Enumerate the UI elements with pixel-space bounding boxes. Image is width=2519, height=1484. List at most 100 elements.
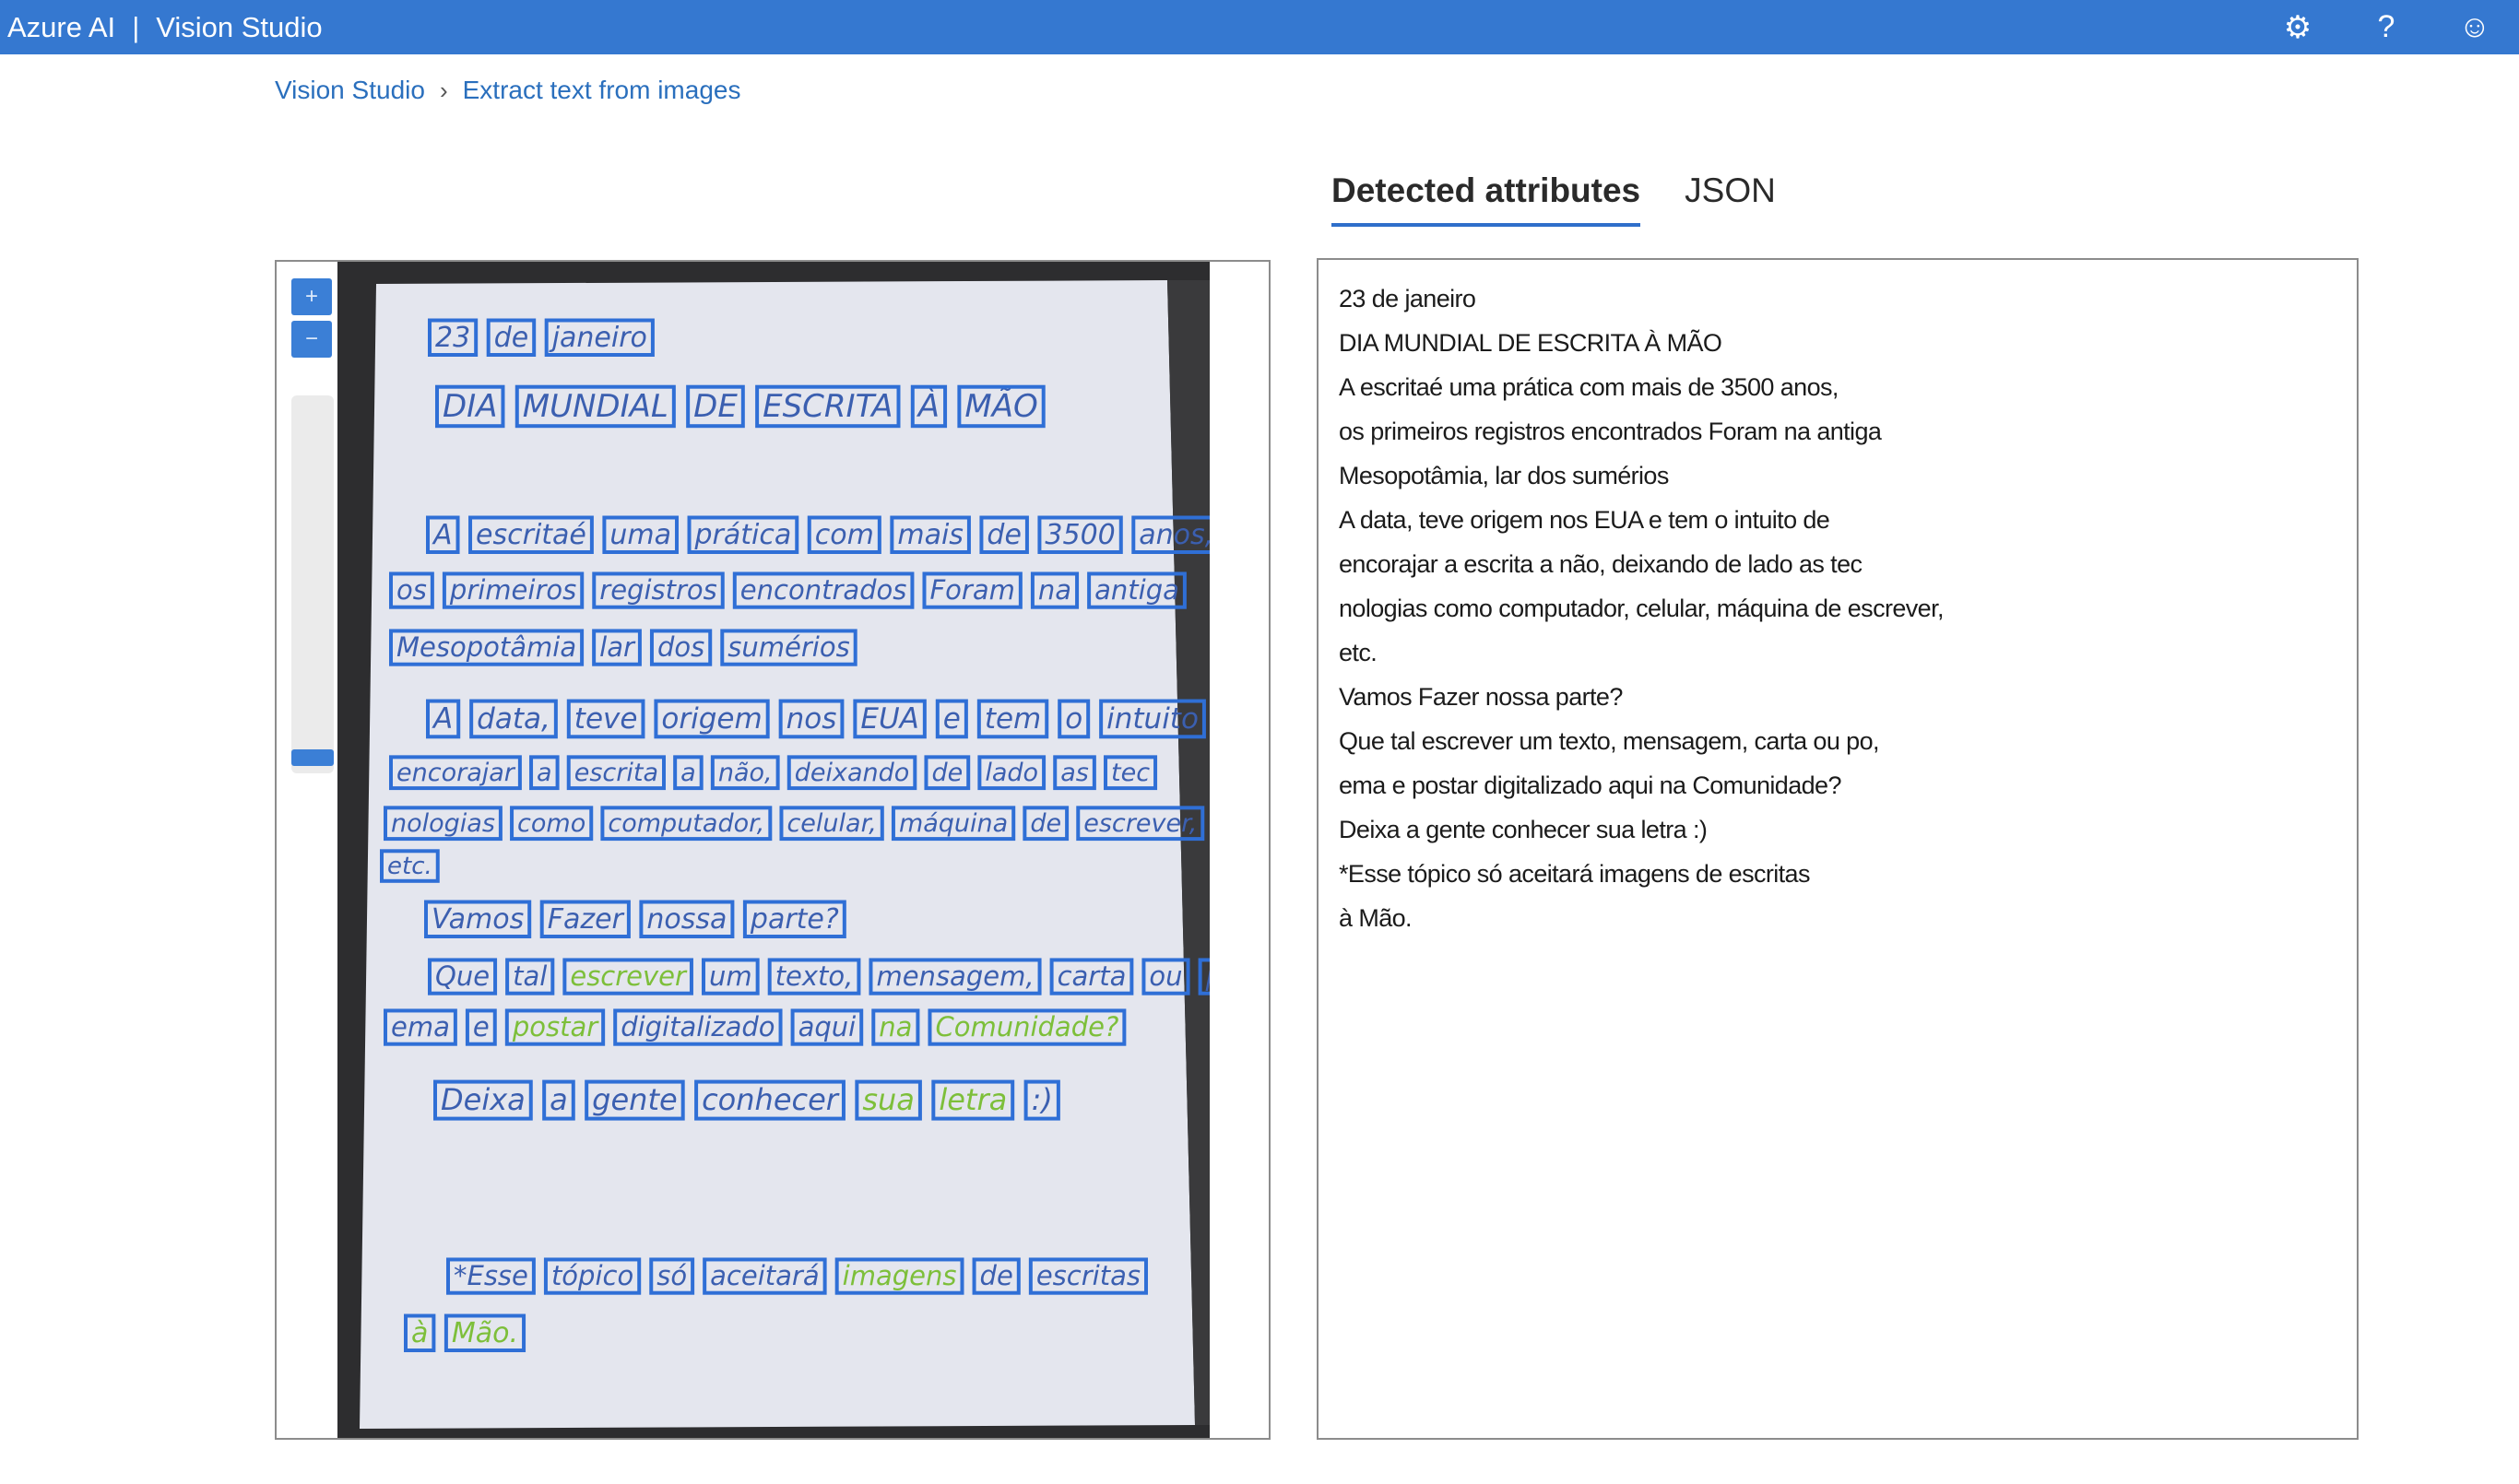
handwritten-word: ou — [1149, 960, 1182, 992]
detected-text-line: Mesopotâmia, lar dos sumérios — [1339, 462, 1669, 489]
detected-text-panel: 23 de janeiro DIA MUNDIAL DE ESCRITA À MÃ… — [1317, 258, 2359, 1440]
handwritten-word: uma — [609, 519, 671, 551]
brand-vision-studio: Vision Studio — [156, 10, 323, 43]
detected-text-line: ema e postar digitalizado aqui na Comuni… — [1339, 771, 1841, 799]
breadcrumb-vision-studio[interactable]: Vision Studio — [275, 76, 425, 105]
zoom-slider[interactable] — [291, 395, 334, 773]
detected-text-line: Vamos Fazer nossa parte? — [1339, 683, 1623, 711]
handwritten-word: antiga — [1094, 574, 1179, 606]
handwritten-word: 3500 — [1045, 519, 1115, 551]
handwritten-word: DIA — [443, 388, 497, 425]
handwritten-word: intuito — [1106, 702, 1199, 736]
handwritten-word: tem — [985, 702, 1041, 736]
handwritten-word: MUNDIAL — [523, 388, 668, 425]
handwritten-word: de — [931, 759, 963, 787]
handwritten-word: ESCRITA — [763, 388, 893, 425]
zoom-slider-thumb[interactable] — [291, 749, 334, 766]
paper-sheet — [360, 280, 1195, 1429]
brand[interactable]: Azure AI | Vision Studio — [7, 11, 323, 44]
detected-text-line: os primeiros registros encontrados Foram… — [1339, 418, 1882, 445]
handwritten-word: os — [396, 574, 427, 606]
feedback-smiley-icon: ☺ — [2458, 9, 2491, 44]
handwritten-word: prática — [694, 519, 792, 551]
zoom-in-button[interactable]: + — [291, 278, 332, 315]
handwritten-word: postar — [512, 1011, 599, 1042]
handwritten-word: máquina — [899, 809, 1008, 838]
handwritten-word: A — [432, 519, 453, 551]
tab-json[interactable]: JSON — [1685, 171, 1776, 227]
handwritten-word: etc. — [387, 853, 432, 880]
handwritten-word: encorajar — [396, 759, 516, 787]
handwritten-word: texto, — [775, 960, 854, 992]
detected-text-line: Deixa a gente conhecer sua letra :) — [1339, 816, 1708, 843]
detected-text-line: nologias como computador, celular, máqui… — [1339, 595, 1945, 622]
detected-text-line: etc. — [1339, 639, 1378, 666]
handwritten-word: gente — [592, 1082, 678, 1117]
zoom-out-button[interactable]: − — [291, 321, 332, 358]
feedback-button[interactable]: ☺ — [2430, 0, 2519, 54]
handwritten-word: mensagem, — [876, 960, 1034, 992]
handwritten-word: :) — [1032, 1082, 1053, 1117]
help-button[interactable]: ? — [2342, 0, 2430, 54]
handwritten-word: de — [494, 322, 529, 354]
handwritten-word: escrever, — [1083, 809, 1197, 838]
handwritten-word: as — [1060, 759, 1089, 787]
handwritten-word: a — [537, 759, 552, 787]
handwritten-word: tec — [1111, 759, 1150, 787]
handwritten-word: aceitará — [710, 1260, 819, 1291]
handwritten-word: computador, — [608, 809, 764, 838]
handwritten-word: nos — [786, 702, 837, 736]
handwritten-word: como — [517, 809, 585, 838]
brand-azure-ai: Azure AI — [7, 10, 116, 43]
detected-text-line: Que tal escrever um texto, mensagem, car… — [1339, 727, 1880, 755]
handwritten-word: a — [680, 759, 696, 787]
handwritten-word: sumérios — [727, 631, 849, 663]
handwritten-word: escrever — [570, 960, 688, 992]
handwritten-word: teve — [574, 702, 638, 736]
detected-text-line: A data, teve origem nos EUA e tem o intu… — [1339, 506, 1830, 534]
analyzed-photo: 23 de janeiro DIA MUNDIAL DE ESCRITA À MÃO Aescri… — [337, 262, 1210, 1438]
handwritten-word: encontrados — [740, 574, 907, 606]
handwritten-word: DE — [693, 388, 738, 425]
handwritten-word: mais — [897, 519, 964, 551]
handwritten-word: lado — [985, 759, 1038, 787]
handwritten-word: e — [943, 702, 961, 736]
top-icons: ⚙ ? ☺ — [2253, 0, 2519, 54]
tab-detected-attributes[interactable]: Detected attributes — [1331, 171, 1641, 227]
brand-separator: | — [132, 10, 140, 43]
handwritten-word: Mesopotâmia — [396, 631, 576, 663]
handwritten-word: Deixa — [441, 1082, 526, 1117]
handwritten-word: *Esse — [454, 1260, 528, 1291]
handwritten-word: escrita — [574, 759, 658, 787]
handwritten-word: de — [987, 519, 1022, 551]
handwritten-word: de — [1030, 809, 1061, 838]
handwritten-word: com — [815, 519, 874, 551]
handwritten-word: digitalizado — [621, 1011, 775, 1042]
handwritten-word: aqui — [798, 1011, 857, 1042]
detected-text-line: A escritaé uma prática com mais de 3500 … — [1339, 373, 1839, 401]
handwritten-word: letra — [939, 1082, 1007, 1117]
settings-button[interactable]: ⚙ — [2253, 0, 2342, 54]
handwritten-word: nologias — [391, 809, 495, 838]
handwritten-word: lar — [599, 631, 636, 663]
handwritten-word: carta — [1058, 960, 1127, 992]
handwritten-word: Que — [435, 960, 490, 992]
top-bar: Azure AI | Vision Studio ⚙ ? ☺ — [0, 0, 2519, 54]
detected-text-line: 23 de janeiro — [1339, 285, 1476, 312]
handwritten-word: ema — [391, 1011, 450, 1042]
handwritten-word: tal — [513, 960, 547, 992]
handwritten-word: escritaé — [476, 519, 586, 551]
handwritten-word: na — [879, 1011, 912, 1042]
handwritten-word: À — [917, 387, 940, 425]
breadcrumb-extract-text[interactable]: Extract text from images — [463, 76, 741, 105]
handwritten-word: nossa — [646, 903, 727, 936]
handwritten-word: A — [432, 702, 453, 736]
handwritten-word: Foram — [929, 574, 1014, 606]
handwritten-word: de — [980, 1260, 1013, 1291]
handwritten-word: janeiro — [549, 322, 647, 354]
handwritten-word: celular, — [786, 809, 876, 838]
handwritten-word: registros — [599, 574, 716, 606]
detected-text-line: à Mão. — [1339, 904, 1413, 932]
handwritten-word: parte? — [750, 903, 839, 936]
handwritten-word: um — [709, 960, 752, 992]
